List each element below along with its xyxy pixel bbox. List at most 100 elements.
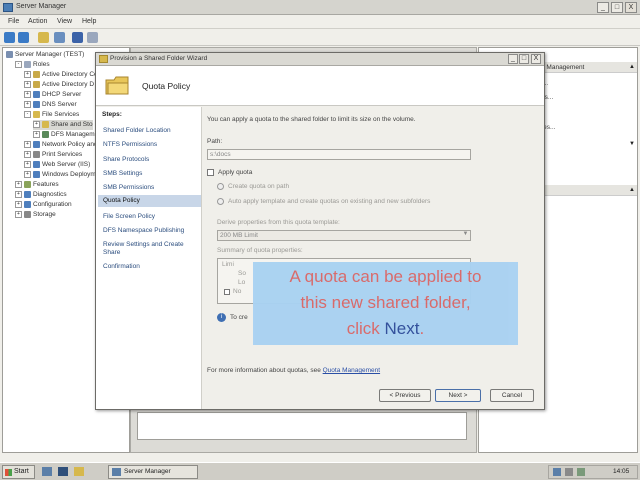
collapse-icon[interactable]: ▲ — [629, 64, 635, 70]
tree-item-label: Active Directory Ce — [42, 71, 98, 78]
step-review-settings[interactable]: Review Settings and Create Share — [103, 241, 198, 257]
tree-item[interactable]: + Storage — [15, 210, 56, 220]
previous-button[interactable]: < Previous — [379, 389, 431, 402]
title-bar[interactable]: Server Manager _ □ X — [0, 0, 640, 15]
clock[interactable]: 14:05 — [613, 466, 629, 478]
tree-item[interactable]: + DFS Managem — [33, 130, 95, 140]
step-smb-permissions[interactable]: SMB Permissions — [103, 184, 198, 192]
expand-icon[interactable]: + — [15, 210, 22, 218]
collapse-icon[interactable]: - — [24, 110, 31, 118]
tree-item[interactable]: - Roles — [15, 60, 50, 70]
chevron-down-icon[interactable]: ▼ — [461, 231, 470, 240]
step-confirmation[interactable]: Confirmation — [103, 263, 198, 271]
provision-shared-folder-wizard: Provision a Shared Folder Wizard _ □ X Q… — [95, 52, 545, 410]
expand-icon[interactable]: ▼ — [629, 141, 635, 147]
start-button[interactable]: Start — [2, 465, 35, 479]
wizard-close-button[interactable]: X — [531, 54, 541, 64]
expand-icon[interactable]: + — [33, 130, 40, 138]
tutorial-callout: A quota can be applied to this new share… — [253, 262, 518, 345]
auto-apply-template-radio[interactable] — [217, 198, 224, 205]
expand-icon[interactable]: + — [15, 200, 22, 208]
tree-item[interactable]: + Windows Deploym — [24, 170, 96, 180]
tree-node-icon — [42, 120, 49, 128]
tree-item[interactable]: + Diagnostics — [15, 190, 67, 200]
step-share-protocols[interactable]: Share Protocols — [103, 156, 198, 164]
apply-quota-checkbox[interactable] — [207, 169, 214, 176]
wizard-title-bar[interactable]: Provision a Shared Folder Wizard _ □ X — [96, 53, 544, 66]
tree-node-icon — [33, 170, 40, 178]
powershell-quicklaunch-icon[interactable] — [58, 467, 68, 476]
tree-item[interactable]: - File Services — [24, 110, 79, 120]
show-hide-pane-icon[interactable] — [87, 32, 98, 43]
tree-item[interactable]: + Network Policy and — [24, 140, 98, 150]
expand-icon[interactable]: + — [24, 150, 31, 158]
summary-item: No — [233, 288, 242, 295]
expand-icon[interactable]: + — [15, 180, 22, 188]
windows-logo-icon — [5, 469, 12, 476]
tree-item[interactable]: + Active Directory Ce — [24, 70, 98, 80]
menu-file[interactable]: File — [8, 18, 19, 25]
next-button[interactable]: Next > — [435, 389, 481, 402]
tree-item[interactable]: + Share and Sto — [33, 120, 93, 130]
minimize-button[interactable]: _ — [597, 2, 609, 13]
wizard-app-icon — [99, 55, 108, 63]
menu-view[interactable]: View — [57, 18, 72, 25]
explorer-quicklaunch-icon[interactable] — [74, 467, 84, 476]
step-file-screen-policy[interactable]: File Screen Policy — [103, 213, 198, 221]
collapse-icon[interactable]: - — [15, 60, 22, 68]
tree-item[interactable]: + Features — [15, 180, 59, 190]
server-manager-quicklaunch-icon[interactable] — [42, 467, 52, 476]
info-icon: i — [217, 313, 226, 322]
maximize-button[interactable]: □ — [611, 2, 623, 13]
tree-item-label: Storage — [33, 211, 56, 218]
path-field[interactable]: s:\docs — [207, 149, 471, 160]
tree-node-icon — [33, 100, 40, 108]
create-quota-radio[interactable] — [217, 183, 224, 190]
collapse-icon[interactable]: ▲ — [629, 187, 635, 193]
tree-item[interactable]: + DHCP Server — [24, 90, 81, 100]
taskbar-server-manager[interactable]: Server Manager — [108, 465, 198, 479]
expand-icon[interactable]: + — [24, 140, 31, 148]
back-icon[interactable] — [4, 32, 15, 43]
step-dfs-namespace-publishing[interactable]: DFS Namespace Publishing — [103, 227, 198, 235]
step-smb-settings[interactable]: SMB Settings — [103, 170, 198, 178]
tree-item[interactable]: + Web Server (IIS) — [24, 160, 90, 170]
expand-icon[interactable]: + — [24, 100, 31, 108]
expand-icon[interactable]: + — [24, 90, 31, 98]
help-icon[interactable] — [72, 32, 83, 43]
tree-item[interactable]: + DNS Server — [24, 100, 77, 110]
tray-volume-icon[interactable] — [577, 468, 585, 476]
menu-action[interactable]: Action — [28, 18, 47, 25]
tree-item[interactable]: + Print Services — [24, 150, 82, 160]
menu-help[interactable]: Help — [82, 18, 96, 25]
properties-icon[interactable] — [54, 32, 65, 43]
step-shared-folder-location[interactable]: Shared Folder Location — [103, 127, 198, 135]
expand-icon[interactable]: + — [24, 160, 31, 168]
cancel-button[interactable]: Cancel — [490, 389, 534, 402]
auto-apply-template-label: Auto apply template and create quotas on… — [228, 198, 431, 205]
step-ntfs-permissions[interactable]: NTFS Permissions — [103, 141, 198, 149]
template-select[interactable]: 200 MB Limit — [217, 230, 471, 241]
up-folder-icon[interactable] — [38, 32, 49, 43]
wizard-maximize-button[interactable]: □ — [519, 54, 529, 64]
path-label: Path: — [207, 138, 223, 145]
quota-management-link[interactable]: Quota Management — [323, 367, 380, 374]
expand-icon[interactable]: + — [33, 120, 40, 128]
tree-item[interactable]: + Configuration — [15, 200, 72, 210]
summary-expander — [224, 289, 230, 295]
callout-line-1: A quota can be applied to — [289, 267, 482, 286]
tree-node-icon — [42, 130, 49, 138]
forward-icon[interactable] — [18, 32, 29, 43]
tree-item[interactable]: + Active Directory D — [24, 80, 94, 90]
expand-icon[interactable]: + — [24, 170, 31, 178]
tray-network-icon[interactable] — [565, 468, 573, 476]
expand-icon[interactable]: + — [24, 70, 31, 78]
close-button[interactable]: X — [625, 2, 637, 13]
expand-icon[interactable]: + — [15, 190, 22, 198]
wizard-minimize-button[interactable]: _ — [508, 54, 518, 64]
tree-item[interactable]: Server Manager (TEST) — [6, 50, 84, 60]
tray-server-icon[interactable] — [553, 468, 561, 476]
step-quota-policy[interactable]: Quota Policy — [98, 195, 201, 207]
tree-node-icon — [33, 140, 40, 148]
expand-icon[interactable]: + — [24, 80, 31, 88]
